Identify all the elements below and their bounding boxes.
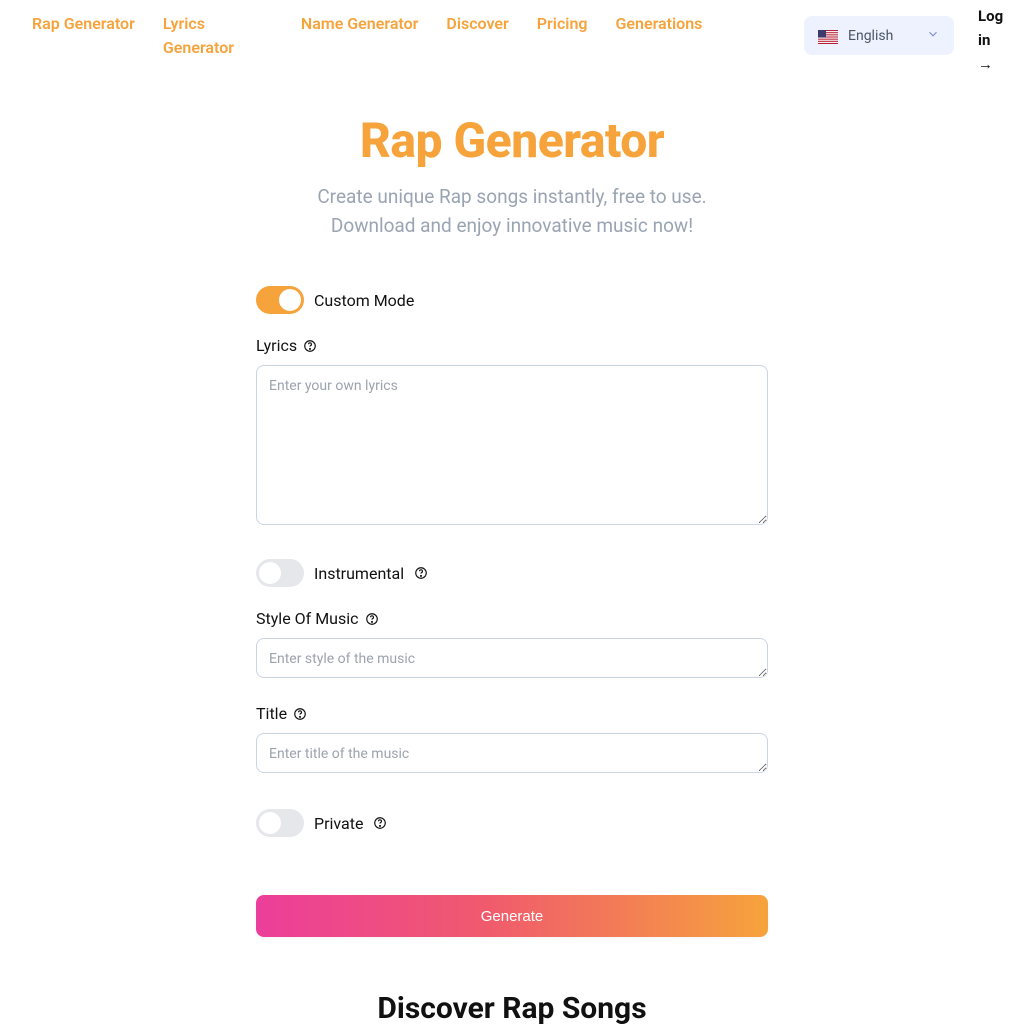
lyrics-label-text: Lyrics <box>256 336 297 355</box>
style-label: Style Of Music <box>256 609 768 628</box>
style-input[interactable] <box>256 638 768 678</box>
nav-discover[interactable]: Discover <box>446 12 508 36</box>
language-label: English <box>848 28 916 44</box>
subtitle-line-2: Download and enjoy innovative music now! <box>331 214 693 237</box>
instrumental-toggle[interactable] <box>256 559 304 587</box>
style-label-text: Style Of Music <box>256 609 359 628</box>
private-label: Private <box>314 814 363 833</box>
nav-lyrics-generator[interactable]: Lyrics Generator <box>163 12 273 60</box>
nav-rap-generator[interactable]: Rap Generator <box>32 12 135 36</box>
instrumental-label: Instrumental <box>314 564 404 583</box>
nav-generations[interactable]: Generations <box>616 12 703 36</box>
lyrics-label: Lyrics <box>256 336 768 355</box>
help-circle-icon[interactable] <box>365 612 379 626</box>
language-select[interactable]: English <box>804 16 954 55</box>
help-circle-icon[interactable] <box>303 339 317 353</box>
generate-button[interactable]: Generate <box>256 895 768 937</box>
login-link[interactable]: Log in → <box>978 4 1008 76</box>
help-circle-icon[interactable] <box>293 707 307 721</box>
generator-form: Custom Mode Lyrics Instrumental Style Of… <box>256 286 768 937</box>
nav-pricing[interactable]: Pricing <box>537 12 588 36</box>
hero: Rap Generator Create unique Rap songs in… <box>0 112 1024 240</box>
help-circle-icon[interactable] <box>414 566 428 580</box>
page-title: Rap Generator <box>0 112 1024 169</box>
flag-us-icon <box>818 29 838 43</box>
lyrics-input[interactable] <box>256 365 768 525</box>
page-subtitle: Create unique Rap songs instantly, free … <box>0 183 1024 240</box>
custom-mode-label: Custom Mode <box>314 291 414 310</box>
custom-mode-toggle[interactable] <box>256 286 304 314</box>
top-nav: Rap Generator Lyrics Generator Name Gene… <box>0 0 1024 72</box>
private-toggle[interactable] <box>256 809 304 837</box>
help-circle-icon[interactable] <box>373 816 387 830</box>
chevron-down-icon <box>926 26 940 45</box>
title-label-text: Title <box>256 704 287 723</box>
subtitle-line-1: Create unique Rap songs instantly, free … <box>317 185 706 208</box>
nav-name-generator[interactable]: Name Generator <box>301 12 419 36</box>
title-label: Title <box>256 704 768 723</box>
discover-heading: Discover Rap Songs <box>0 991 1024 1026</box>
title-input[interactable] <box>256 733 768 773</box>
